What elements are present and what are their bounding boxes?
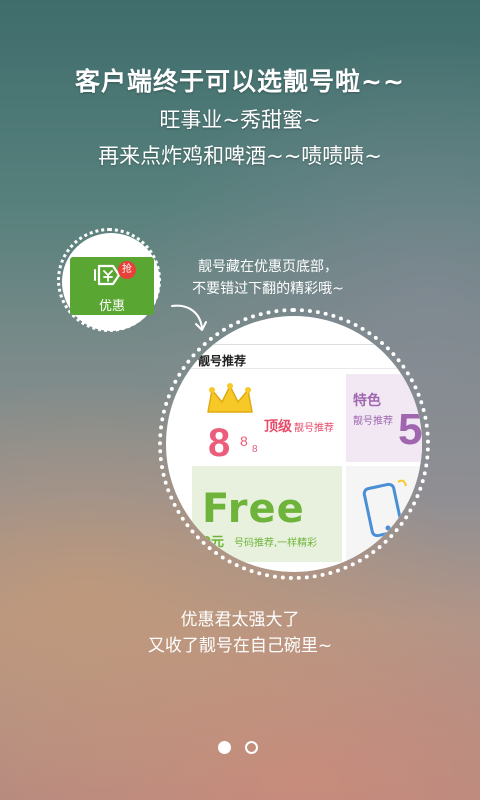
number-five-graphic: 5: [398, 405, 422, 450]
page-dot-inactive[interactable]: [245, 741, 258, 754]
phone-icon: [362, 479, 407, 538]
top-grade-sub: 靓号推荐: [294, 423, 334, 434]
headline-line1: 客户端终于可以选靓号啦~~: [75, 67, 405, 96]
footer-line2: 又收了靓号在自己碗里~: [147, 636, 333, 656]
footer-line1: 优惠君太强大了: [180, 610, 300, 630]
preview-top-line: [184, 344, 422, 345]
preview-content: 靓号推荐 8 8 8 顶级 靓号推荐 特色 靓号推荐 5 Free 0元 号码推…: [166, 316, 422, 572]
hint-line2: 不要错过下翻的精彩哦~: [192, 281, 344, 297]
svg-text:5: 5: [398, 405, 422, 450]
preview-section-title: 靓号推荐: [198, 354, 247, 368]
headline-line2: 旺事业~秀甜蜜~: [159, 108, 321, 132]
page-indicator: [218, 741, 264, 757]
hint-text: 靓号藏在优惠页底部， 不要错过下翻的精彩哦~: [168, 256, 368, 300]
free-sub: 号码推荐,一样精彩: [234, 538, 318, 549]
special-label: 特色: [353, 393, 381, 409]
svg-text:8: 8: [208, 421, 230, 460]
hint-line1: 靓号藏在优惠页底部，: [198, 259, 338, 275]
free-zero: 0元: [202, 535, 225, 550]
coupon-badge-label: 优惠: [98, 299, 125, 314]
page-dot-active[interactable]: [218, 741, 231, 754]
preview-circle: 靓号推荐 8 8 8 顶级 靓号推荐 特色 靓号推荐 5 Free 0元 号码推…: [166, 316, 422, 572]
special-sub: 靓号推荐: [353, 416, 393, 427]
top-grade-label: 顶级: [264, 419, 292, 435]
svg-text:8: 8: [252, 444, 258, 455]
number-eight-graphic: 8 8 8: [208, 421, 258, 460]
coupon-hot-badge: 抢: [118, 261, 136, 279]
svg-text:8: 8: [240, 433, 248, 449]
preview-divider: [184, 368, 422, 369]
headline-line3: 再来点炸鸡和啤酒~~啧啧啧~: [98, 144, 382, 168]
free-word: Free: [202, 486, 305, 532]
